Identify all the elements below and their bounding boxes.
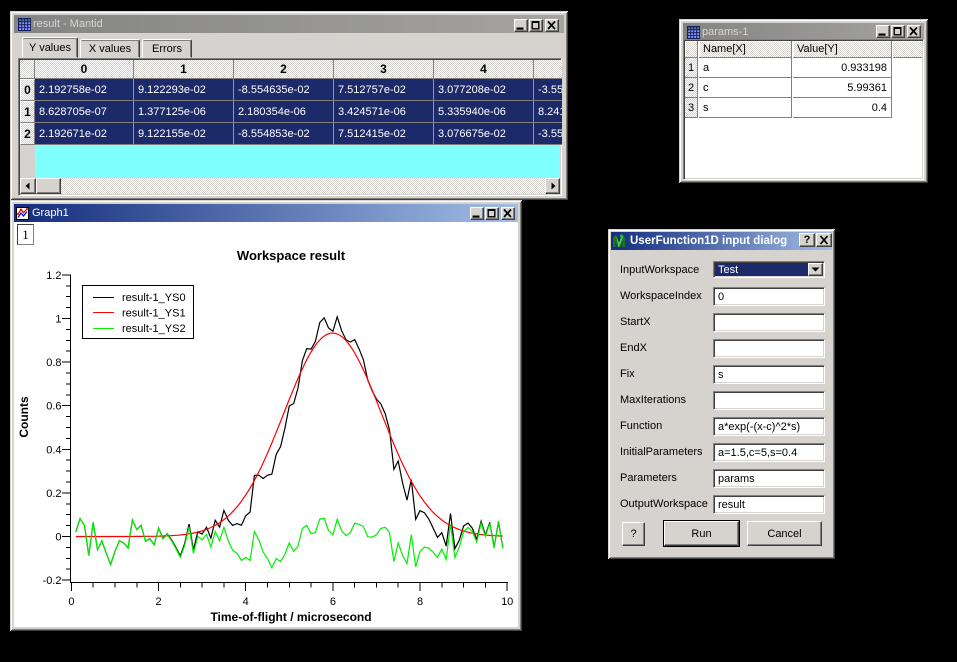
svg-text:0.2: 0.2 [46, 488, 61, 500]
svg-text:8: 8 [417, 596, 423, 608]
svg-text:0.4: 0.4 [46, 444, 61, 456]
svg-text:1: 1 [55, 314, 61, 326]
svg-text:Counts: Counts [17, 396, 31, 438]
svg-text:result-1_YS2: result-1_YS2 [122, 323, 186, 335]
svg-text:0.6: 0.6 [46, 401, 61, 413]
svg-text:Time-of-flight / microsecond: Time-of-flight / microsecond [210, 610, 371, 624]
svg-text:2: 2 [156, 596, 162, 608]
svg-text:0.8: 0.8 [46, 357, 61, 369]
svg-text:-0.2: -0.2 [43, 575, 62, 587]
svg-text:4: 4 [243, 596, 249, 608]
svg-text:result-1_YS0: result-1_YS0 [122, 292, 186, 304]
svg-text:1.2: 1.2 [46, 270, 61, 282]
svg-text:0: 0 [68, 596, 74, 608]
svg-text:Workspace result: Workspace result [237, 248, 346, 263]
svg-text:6: 6 [330, 596, 336, 608]
svg-text:0: 0 [55, 532, 61, 544]
svg-text:10: 10 [501, 596, 513, 608]
svg-text:result-1_YS1: result-1_YS1 [122, 308, 186, 320]
